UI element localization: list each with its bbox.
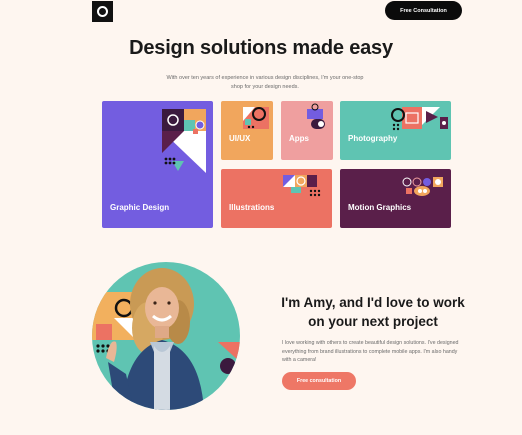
tile-label: Illustrations xyxy=(229,203,275,212)
free-consultation-about-button[interactable]: Free consultation xyxy=(282,372,356,390)
tile-label: UI/UX xyxy=(229,134,251,143)
portrait-photo xyxy=(92,262,240,410)
tile-illustrations[interactable]: Illustrations xyxy=(221,169,332,228)
logo-icon[interactable] xyxy=(92,1,113,22)
tile-graphic-design[interactable]: Graphic Design xyxy=(102,101,213,228)
page-title: Design solutions made easy xyxy=(129,37,393,59)
tile-ui-ux[interactable]: UI/UX xyxy=(221,101,273,160)
tile-label: Graphic Design xyxy=(110,203,170,212)
tile-label: Photography xyxy=(348,134,398,143)
illustrations-decor-icon xyxy=(283,175,321,197)
hero-subtitle: With over ten years of experience in var… xyxy=(166,75,364,90)
apps-decor-icon xyxy=(307,103,325,129)
motion-graphics-decor-icon xyxy=(402,177,443,196)
ring-logo-icon xyxy=(97,6,108,17)
tile-label: Apps xyxy=(289,134,309,143)
tile-photography[interactable]: Photography xyxy=(340,101,451,160)
tile-label: Motion Graphics xyxy=(348,203,412,212)
tile-motion-graphics[interactable]: Motion Graphics xyxy=(340,169,451,228)
free-consultation-button[interactable]: Free Consultation xyxy=(385,1,462,20)
ui-ux-decor-icon xyxy=(243,107,269,129)
about-text: I love working with others to create bea… xyxy=(282,340,459,363)
person-portrait-icon xyxy=(92,262,240,410)
tile-apps[interactable]: Apps xyxy=(281,101,333,160)
photography-decor-icon xyxy=(391,107,448,131)
about-title: I'm Amy, and I'd love to work on your ne… xyxy=(281,295,465,329)
